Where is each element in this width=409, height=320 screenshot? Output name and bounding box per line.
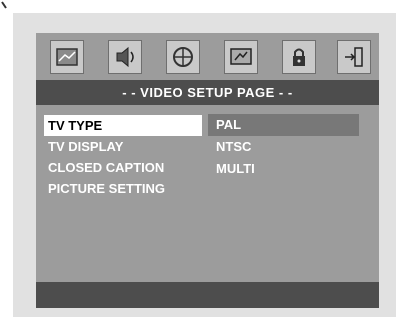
bottom-status-bar: [36, 282, 379, 308]
menu-item-closed-caption[interactable]: CLOSED CAPTION: [44, 157, 202, 178]
menu-item-tv-display[interactable]: TV DISPLAY: [44, 136, 202, 157]
general-setup-icon[interactable]: [50, 40, 84, 74]
osd-frame: - - VIDEO SETUP PAGE - - TV TYPE TV DISP…: [13, 13, 396, 317]
lock-icon[interactable]: [282, 40, 316, 74]
exit-icon[interactable]: [337, 40, 371, 74]
dolby-setup-icon[interactable]: [166, 40, 200, 74]
setup-icon-bar: [36, 33, 379, 80]
page-title: - - VIDEO SETUP PAGE - -: [36, 80, 379, 105]
corner-mark: [1, 1, 7, 9]
menu-item-picture-setting[interactable]: PICTURE SETTING: [44, 178, 202, 199]
setup-screen: - - VIDEO SETUP PAGE - - TV TYPE TV DISP…: [36, 33, 379, 308]
menu-item-tv-type[interactable]: TV TYPE: [44, 115, 202, 136]
audio-setup-icon[interactable]: [108, 40, 142, 74]
option-pal[interactable]: PAL: [208, 114, 359, 136]
option-ntsc[interactable]: NTSC: [208, 136, 359, 158]
option-multi[interactable]: MULTI: [208, 158, 359, 180]
video-setup-icon[interactable]: [224, 40, 258, 74]
